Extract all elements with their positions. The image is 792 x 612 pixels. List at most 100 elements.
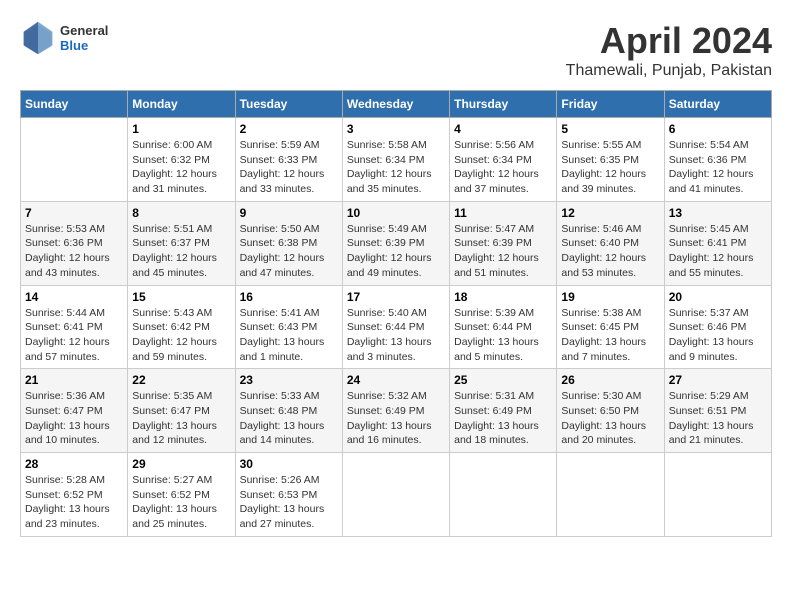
day-info: Sunrise: 5:53 AM Sunset: 6:36 PM Dayligh… [25,222,123,281]
calendar-body: 1Sunrise: 6:00 AM Sunset: 6:32 PM Daylig… [21,118,772,537]
day-number: 13 [669,206,767,220]
day-number: 8 [132,206,230,220]
day-number: 16 [240,290,338,304]
calendar-cell: 23 Sunrise: 5:33 AM Sunset: 6:48 PM Dayli… [235,369,342,453]
calendar-cell: 14 Sunrise: 5:44 AM Sunset: 6:41 PM Dayli… [21,285,128,369]
calendar-cell [557,453,664,537]
weekday-header-tuesday: Tuesday [235,91,342,118]
page-title: April 2024 [566,20,772,62]
day-info: Sunrise: 5:54 AM Sunset: 6:36 PM Dayligh… [669,138,767,197]
calendar-table: SundayMondayTuesdayWednesdayThursdayFrid… [20,90,772,537]
day-number: 22 [132,373,230,387]
calendar-cell [342,453,449,537]
calendar-header: SundayMondayTuesdayWednesdayThursdayFrid… [21,91,772,118]
day-number: 18 [454,290,552,304]
day-info: Sunrise: 5:56 AM Sunset: 6:34 PM Dayligh… [454,138,552,197]
day-info: Sunrise: 5:40 AM Sunset: 6:44 PM Dayligh… [347,306,445,365]
calendar-cell [664,453,771,537]
calendar-week-row: 21Sunrise: 5:36 AM Sunset: 6:47 PM Dayli… [21,369,772,453]
day-info: Sunrise: 5:55 AM Sunset: 6:35 PM Dayligh… [561,138,659,197]
day-number: 14 [25,290,123,304]
calendar-cell: 2 Sunrise: 5:59 AM Sunset: 6:33 PM Daylig… [235,118,342,202]
logo-text: General Blue [60,23,108,53]
calendar-cell: 6 Sunrise: 5:54 AM Sunset: 6:36 PM Daylig… [664,118,771,202]
day-info: Sunrise: 5:45 AM Sunset: 6:41 PM Dayligh… [669,222,767,281]
calendar-cell: 21Sunrise: 5:36 AM Sunset: 6:47 PM Dayli… [21,369,128,453]
calendar-cell: 3 Sunrise: 5:58 AM Sunset: 6:34 PM Daylig… [342,118,449,202]
day-number: 26 [561,373,659,387]
day-number: 25 [454,373,552,387]
weekday-header-saturday: Saturday [664,91,771,118]
day-info: Sunrise: 5:43 AM Sunset: 6:42 PM Dayligh… [132,306,230,365]
day-number: 17 [347,290,445,304]
calendar-week-row: 1Sunrise: 6:00 AM Sunset: 6:32 PM Daylig… [21,118,772,202]
day-number: 5 [561,122,659,136]
calendar-cell: 9 Sunrise: 5:50 AM Sunset: 6:38 PM Daylig… [235,201,342,285]
day-number: 9 [240,206,338,220]
calendar-cell: 4 Sunrise: 5:56 AM Sunset: 6:34 PM Daylig… [450,118,557,202]
day-info: Sunrise: 5:33 AM Sunset: 6:48 PM Dayligh… [240,389,338,448]
day-number: 20 [669,290,767,304]
day-number: 15 [132,290,230,304]
day-info: Sunrise: 5:41 AM Sunset: 6:43 PM Dayligh… [240,306,338,365]
day-number: 4 [454,122,552,136]
calendar-week-row: 28Sunrise: 5:28 AM Sunset: 6:52 PM Dayli… [21,453,772,537]
day-number: 19 [561,290,659,304]
day-info: Sunrise: 5:39 AM Sunset: 6:44 PM Dayligh… [454,306,552,365]
day-number: 6 [669,122,767,136]
day-number: 2 [240,122,338,136]
day-number: 24 [347,373,445,387]
calendar-cell: 16 Sunrise: 5:41 AM Sunset: 6:43 PM Dayli… [235,285,342,369]
calendar-cell: 30Sunrise: 5:26 AM Sunset: 6:53 PM Dayli… [235,453,342,537]
day-info: Sunrise: 5:28 AM Sunset: 6:52 PM Dayligh… [25,473,123,532]
day-info: Sunrise: 5:31 AM Sunset: 6:49 PM Dayligh… [454,389,552,448]
day-number: 10 [347,206,445,220]
day-info: Sunrise: 5:30 AM Sunset: 6:50 PM Dayligh… [561,389,659,448]
day-info: Sunrise: 5:26 AM Sunset: 6:53 PM Dayligh… [240,473,338,532]
day-info: Sunrise: 5:50 AM Sunset: 6:38 PM Dayligh… [240,222,338,281]
calendar-cell: 28Sunrise: 5:28 AM Sunset: 6:52 PM Dayli… [21,453,128,537]
calendar-cell: 8 Sunrise: 5:51 AM Sunset: 6:37 PM Daylig… [128,201,235,285]
calendar-cell: 5 Sunrise: 5:55 AM Sunset: 6:35 PM Daylig… [557,118,664,202]
calendar-cell: 25 Sunrise: 5:31 AM Sunset: 6:49 PM Dayli… [450,369,557,453]
day-number: 12 [561,206,659,220]
page-header: General Blue April 2024 Thamewali, Punja… [20,20,772,80]
calendar-cell: 15 Sunrise: 5:43 AM Sunset: 6:42 PM Dayli… [128,285,235,369]
calendar-week-row: 14 Sunrise: 5:44 AM Sunset: 6:41 PM Dayli… [21,285,772,369]
logo: General Blue [20,20,108,56]
day-info: Sunrise: 5:49 AM Sunset: 6:39 PM Dayligh… [347,222,445,281]
logo-blue-text: Blue [60,38,108,53]
calendar-cell [450,453,557,537]
day-number: 7 [25,206,123,220]
day-info: Sunrise: 5:58 AM Sunset: 6:34 PM Dayligh… [347,138,445,197]
day-info: Sunrise: 5:27 AM Sunset: 6:52 PM Dayligh… [132,473,230,532]
logo-general-text: General [60,23,108,38]
day-info: Sunrise: 5:32 AM Sunset: 6:49 PM Dayligh… [347,389,445,448]
day-info: Sunrise: 5:59 AM Sunset: 6:33 PM Dayligh… [240,138,338,197]
day-info: Sunrise: 5:29 AM Sunset: 6:51 PM Dayligh… [669,389,767,448]
day-info: Sunrise: 5:44 AM Sunset: 6:41 PM Dayligh… [25,306,123,365]
calendar-cell: 20Sunrise: 5:37 AM Sunset: 6:46 PM Dayli… [664,285,771,369]
day-info: Sunrise: 5:47 AM Sunset: 6:39 PM Dayligh… [454,222,552,281]
calendar-cell: 11Sunrise: 5:47 AM Sunset: 6:39 PM Dayli… [450,201,557,285]
weekday-header-wednesday: Wednesday [342,91,449,118]
day-info: Sunrise: 5:51 AM Sunset: 6:37 PM Dayligh… [132,222,230,281]
logo-icon [20,20,56,56]
weekday-header-sunday: Sunday [21,91,128,118]
page-subtitle: Thamewali, Punjab, Pakistan [566,62,772,80]
day-info: Sunrise: 5:35 AM Sunset: 6:47 PM Dayligh… [132,389,230,448]
calendar-cell: 19Sunrise: 5:38 AM Sunset: 6:45 PM Dayli… [557,285,664,369]
day-number: 29 [132,457,230,471]
day-info: Sunrise: 5:36 AM Sunset: 6:47 PM Dayligh… [25,389,123,448]
title-block: April 2024 Thamewali, Punjab, Pakistan [566,20,772,80]
weekday-header-friday: Friday [557,91,664,118]
day-number: 23 [240,373,338,387]
calendar-week-row: 7 Sunrise: 5:53 AM Sunset: 6:36 PM Daylig… [21,201,772,285]
day-number: 3 [347,122,445,136]
calendar-cell: 26 Sunrise: 5:30 AM Sunset: 6:50 PM Dayli… [557,369,664,453]
weekday-header-thursday: Thursday [450,91,557,118]
calendar-cell: 7 Sunrise: 5:53 AM Sunset: 6:36 PM Daylig… [21,201,128,285]
day-info: Sunrise: 5:46 AM Sunset: 6:40 PM Dayligh… [561,222,659,281]
day-info: Sunrise: 6:00 AM Sunset: 6:32 PM Dayligh… [132,138,230,197]
calendar-cell: 1Sunrise: 6:00 AM Sunset: 6:32 PM Daylig… [128,118,235,202]
